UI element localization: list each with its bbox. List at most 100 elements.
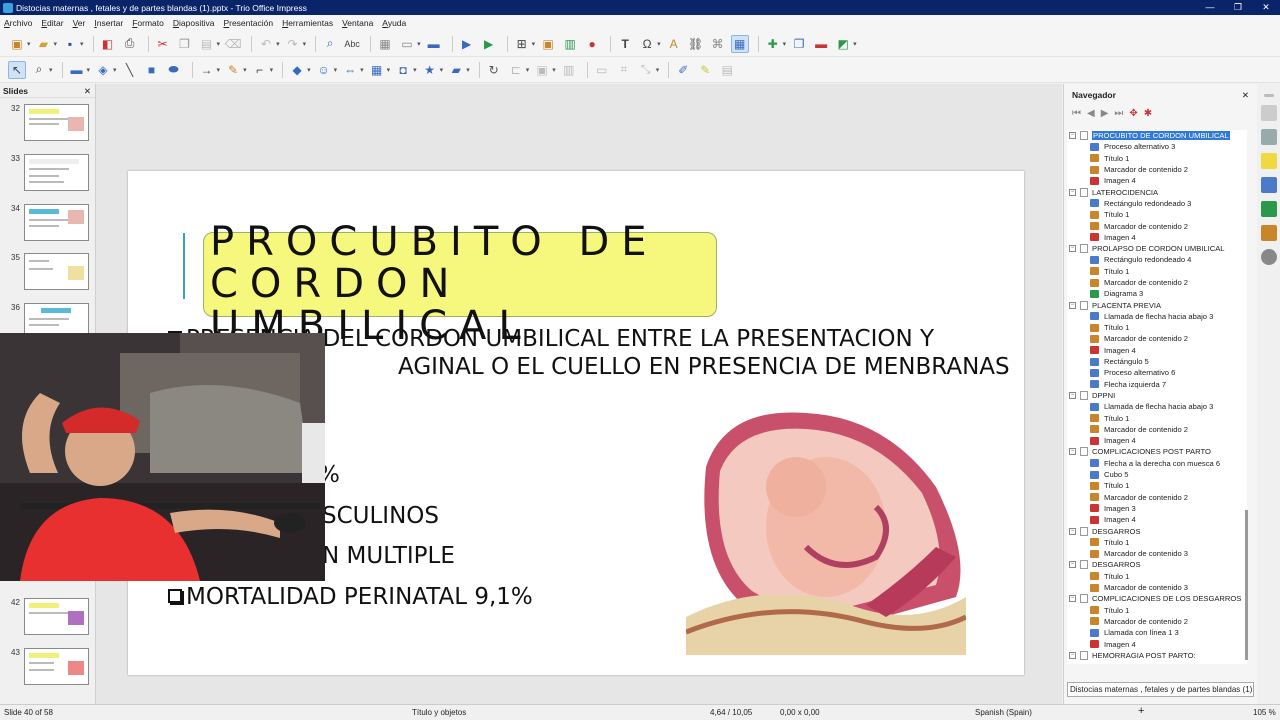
navigator-object-item[interactable]: Marcador de contenido 3 (1067, 548, 1247, 559)
arrange-icon[interactable]: ▣ (533, 61, 551, 79)
navigator-object-item[interactable]: Diagrama 3 (1067, 288, 1247, 299)
navigator-object-item[interactable]: Flecha a la derecha con muesca 6 (1067, 458, 1247, 469)
master-slides-icon[interactable] (1260, 153, 1277, 169)
spelling-icon[interactable]: Abc (343, 35, 361, 53)
text-box-icon[interactable]: T (616, 35, 634, 53)
align-icon[interactable]: ⊏ (507, 61, 525, 79)
navigator-object-item[interactable]: Proceso alternativo 3 (1067, 141, 1247, 152)
close-button[interactable]: ✕ (1252, 0, 1280, 15)
start-first-slide-icon[interactable]: ▶ (458, 35, 476, 53)
grid-icon[interactable]: ▦ (376, 35, 394, 53)
slide-transition-icon[interactable] (1260, 105, 1277, 121)
navigator-object-item[interactable]: Imagen 4 (1067, 345, 1247, 356)
navigator-object-item[interactable]: Marcador de contenido 2 (1067, 164, 1247, 175)
navigator-slide-item[interactable]: − DESGARROS (1067, 559, 1247, 570)
slides-panel-close-icon[interactable]: ✕ (84, 84, 91, 97)
new-slide-icon[interactable]: ✚ (764, 35, 782, 53)
crop-icon[interactable]: ⌗ (615, 61, 633, 79)
uterus-fetus-illustration[interactable] (686, 407, 966, 655)
show-draw-functions-icon[interactable]: ⌘ (709, 35, 727, 53)
navigator-slide-item[interactable]: − LATEROCIDENCIA (1067, 186, 1247, 197)
navigator-object-item[interactable]: Rectángulo redondeado 4 (1067, 254, 1247, 265)
navigator-object-item[interactable]: Imagen 4 (1067, 514, 1247, 525)
slide-thumbnail[interactable]: 32 (0, 104, 96, 144)
ellipse-icon[interactable]: ⬬ (165, 61, 183, 79)
scrollbar-thumb[interactable] (1245, 510, 1248, 660)
fill-color-dropdown-icon[interactable]: ▾ (113, 66, 117, 74)
table-icon[interactable]: ⊞ (513, 35, 531, 53)
zoom-pan-icon[interactable]: ⌕ (30, 61, 48, 79)
3d-objects-dropdown-icon[interactable]: ▾ (466, 66, 470, 74)
basic-shapes-icon[interactable]: ◆ (288, 61, 306, 79)
points-icon[interactable]: ✐ (674, 61, 692, 79)
arrange-dropdown-icon[interactable]: ▾ (552, 66, 556, 74)
block-arrows-dropdown-icon[interactable]: ▾ (360, 66, 364, 74)
duplicate-slide-icon[interactable]: ❐ (790, 35, 808, 53)
new-dropdown-icon[interactable]: ▾ (27, 40, 31, 48)
collapse-icon[interactable]: − (1069, 391, 1076, 399)
navigator-object-item[interactable]: Flecha izquierda 7 (1067, 379, 1247, 390)
collapse-icon[interactable]: − (1069, 651, 1076, 659)
collapse-icon[interactable]: − (1069, 561, 1076, 569)
menu-ayuda[interactable]: Ayuda (382, 18, 406, 28)
navigator-object-item[interactable]: Marcador de contenido 2 (1067, 277, 1247, 288)
filter-dropdown-icon[interactable]: ▾ (656, 66, 660, 74)
lines-arrows-dropdown-icon[interactable]: ▾ (217, 66, 221, 74)
navigator-object-item[interactable]: Proceso alternativo 6 (1067, 367, 1247, 378)
navigator-slide-item[interactable]: − PLACENTA PREVIA (1067, 299, 1247, 310)
clone-format-icon[interactable]: ⌫ (224, 35, 242, 53)
views-dropdown-icon[interactable]: ▾ (417, 40, 421, 48)
slide-thumbnail[interactable]: 35 (0, 253, 96, 293)
print-icon[interactable]: ⎙ (121, 35, 139, 53)
symbol-shapes-dropdown-icon[interactable]: ▾ (334, 66, 338, 74)
minimize-button[interactable]: — (1196, 0, 1224, 15)
menu-diapositiva[interactable]: Diapositiva (173, 18, 215, 28)
bullet-item[interactable]: SCULINOS (322, 503, 439, 529)
menu-archivo[interactable]: Archivo (4, 18, 32, 28)
properties-icon[interactable] (1263, 94, 1274, 97)
bullet-item[interactable]: MORTALIDAD PERINATAL 9,1% (168, 584, 533, 610)
display-grid-icon[interactable]: ▦ (730, 34, 749, 53)
navigator-slide-item[interactable]: − COMPLICACIONES POST PARTO (1067, 446, 1247, 457)
block-arrows-icon[interactable]: ⇔ (341, 61, 359, 79)
navigator-object-item[interactable]: Título 1 (1067, 604, 1247, 615)
undo-dropdown-icon[interactable]: ▾ (276, 40, 280, 48)
previous-slide-icon[interactable]: ◀ (1087, 108, 1095, 119)
undo-icon[interactable]: ↶ (257, 35, 275, 53)
document-select[interactable]: Distocias maternas , fetales y de partes… (1067, 682, 1254, 697)
navigator-close-icon[interactable]: ✕ (1242, 84, 1249, 104)
master-slide-icon[interactable]: ▬ (425, 35, 443, 53)
image-icon[interactable]: ▣ (539, 35, 557, 53)
filter-icon[interactable]: ⤡ (637, 61, 655, 79)
navigator-slide-item[interactable]: − DESGARROS (1067, 525, 1247, 536)
collapse-icon[interactable]: − (1069, 132, 1076, 140)
language-status[interactable]: Spanish (Spain) (975, 708, 1032, 717)
slide-thumbnail[interactable]: 34 (0, 204, 96, 244)
special-character-dropdown-icon[interactable]: ▾ (657, 40, 661, 48)
navigator-object-item[interactable]: Título 1 (1067, 537, 1247, 548)
bullet-item[interactable]: N MULTIPLE (322, 543, 455, 569)
navigator-slide-item[interactable]: − COMPLICACIONES DE LOS DESGARROS (1067, 593, 1247, 604)
navigator-slide-item[interactable]: − HEMORRAGIA POST PARTO: (1067, 650, 1247, 661)
collapse-icon[interactable]: − (1069, 527, 1076, 535)
redo-icon[interactable]: ↷ (284, 35, 302, 53)
gallery-icon[interactable] (1260, 201, 1277, 217)
navigator-object-item[interactable]: Rectángulo redondeado 3 (1067, 198, 1247, 209)
new-icon[interactable]: ▣ (8, 35, 26, 53)
navigator-object-item[interactable]: Imagen 4 (1067, 232, 1247, 243)
bullet-item[interactable]: AGINAL O EL CUELLO EN PRESENCIA DE MENBR… (398, 354, 1010, 380)
navigator-slide-item[interactable]: − PROCUBITO DE CORDON UMBILICAL (1067, 130, 1247, 141)
drag-mode-icon[interactable]: ✥ (1129, 108, 1137, 119)
collapse-icon[interactable]: − (1069, 448, 1076, 456)
delete-slide-icon[interactable]: ▬ (812, 35, 830, 53)
stars-dropdown-icon[interactable]: ▾ (440, 66, 444, 74)
toggle-extrusion-icon[interactable]: ▤ (718, 61, 736, 79)
collapse-icon[interactable]: − (1069, 188, 1076, 196)
menu-presentacion[interactable]: Presentación (223, 18, 273, 28)
align-dropdown-icon[interactable]: ▾ (526, 66, 530, 74)
zoom-dropdown-icon[interactable]: ▾ (49, 66, 53, 74)
connectors-dropdown-icon[interactable]: ▾ (270, 66, 274, 74)
rectangle-icon[interactable]: ■ (143, 61, 161, 79)
navigator-object-item[interactable]: Rectángulo 5 (1067, 356, 1247, 367)
navigator-object-item[interactable]: Llamada con línea 1 3 (1067, 627, 1247, 638)
